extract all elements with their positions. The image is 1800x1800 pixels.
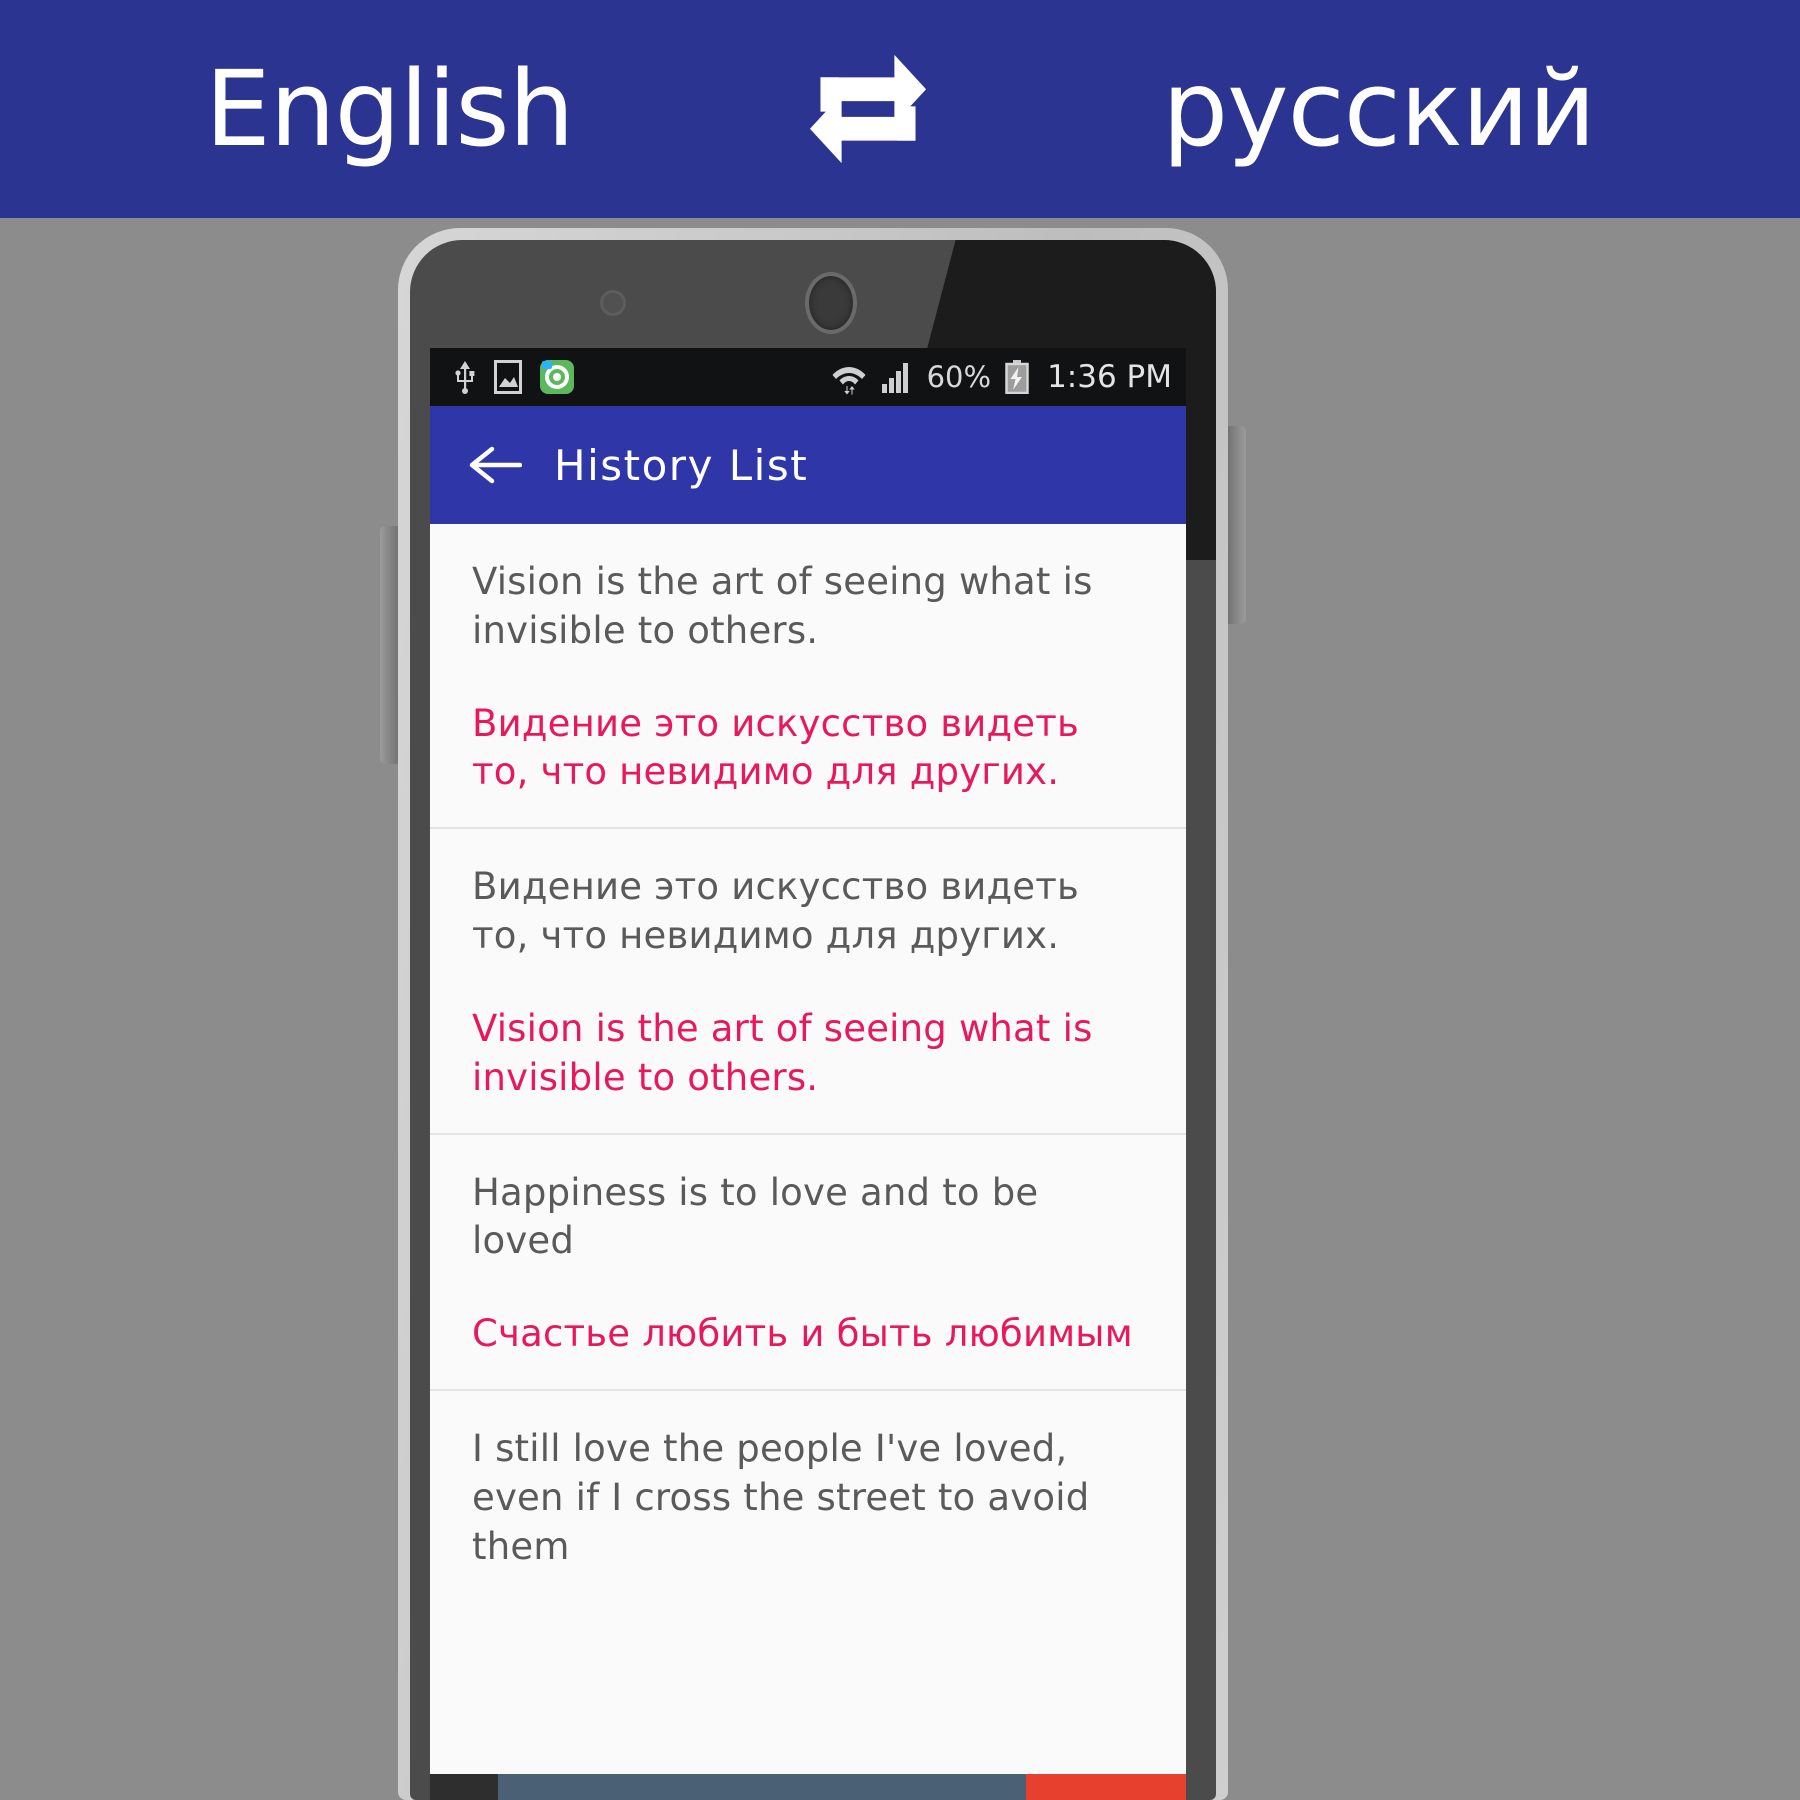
- badge-dot: [542, 361, 552, 369]
- action-bar: History List: [430, 406, 1186, 524]
- history-translation-text: Счастье любить и быть любимым: [472, 1312, 1133, 1356]
- history-translation-text: Видение это искусство видеть то, что нев…: [472, 701, 1080, 794]
- promo-target-language: русский: [1162, 48, 1596, 170]
- power-button[interactable]: [380, 526, 400, 764]
- promo-banner-content: English русский: [205, 43, 1596, 175]
- bottom-banner[interactable]: [430, 1774, 1186, 1800]
- volume-button[interactable]: [1226, 426, 1246, 624]
- status-bar-left-icons: [454, 360, 574, 394]
- history-source-text: I still love the people I've loved, even…: [472, 1427, 1090, 1568]
- app-notification-icon: [540, 360, 574, 394]
- history-source-text: Vision is the art of seeing what is invi…: [472, 560, 1093, 652]
- status-bar-clock: 1:36 PM: [1047, 359, 1172, 395]
- status-bar: 60% 1:36 PM: [430, 348, 1186, 406]
- page-title: History List: [554, 440, 809, 490]
- screenshot-icon: [494, 360, 522, 394]
- wifi-transfer-icon: [831, 359, 867, 395]
- banner-body: [498, 1774, 1026, 1800]
- promo-source-language: English: [205, 48, 575, 170]
- phone-device-mockup: 60% 1:36 PM History List Vision is the a…: [380, 228, 1246, 1800]
- history-list-item[interactable]: I still love the people I've loved, even…: [430, 1391, 1186, 1601]
- history-list-item[interactable]: Happiness is to love and to be loved Сча…: [430, 1135, 1186, 1392]
- history-list[interactable]: Vision is the art of seeing what is invi…: [430, 524, 1186, 1738]
- history-source-text: Видение это искусство видеть то, что нев…: [472, 865, 1080, 958]
- phone-screen: 60% 1:36 PM History List Vision is the a…: [430, 348, 1186, 1800]
- history-list-item[interactable]: Видение это искусство видеть то, что нев…: [430, 829, 1186, 1135]
- history-translation-text: Vision is the art of seeing what is invi…: [472, 1006, 1093, 1099]
- battery-charging-icon: [1005, 360, 1029, 394]
- history-list-item[interactable]: Vision is the art of seeing what is invi…: [430, 524, 1186, 830]
- battery-percentage: 60%: [926, 360, 992, 394]
- usb-icon: [454, 360, 476, 394]
- promo-banner: English русский: [0, 0, 1800, 218]
- proximity-sensor-icon: [600, 290, 626, 316]
- cellular-signal-icon: [881, 361, 913, 393]
- banner-cta-block[interactable]: [1026, 1774, 1186, 1800]
- swap-repeat-icon: [802, 43, 934, 175]
- banner-left-block: [430, 1774, 498, 1800]
- front-camera-icon: [805, 272, 857, 334]
- status-bar-right-icons: 60% 1:36 PM: [831, 359, 1172, 395]
- back-arrow-icon[interactable]: [464, 434, 526, 496]
- history-source-text: Happiness is to love and to be loved: [472, 1170, 1039, 1263]
